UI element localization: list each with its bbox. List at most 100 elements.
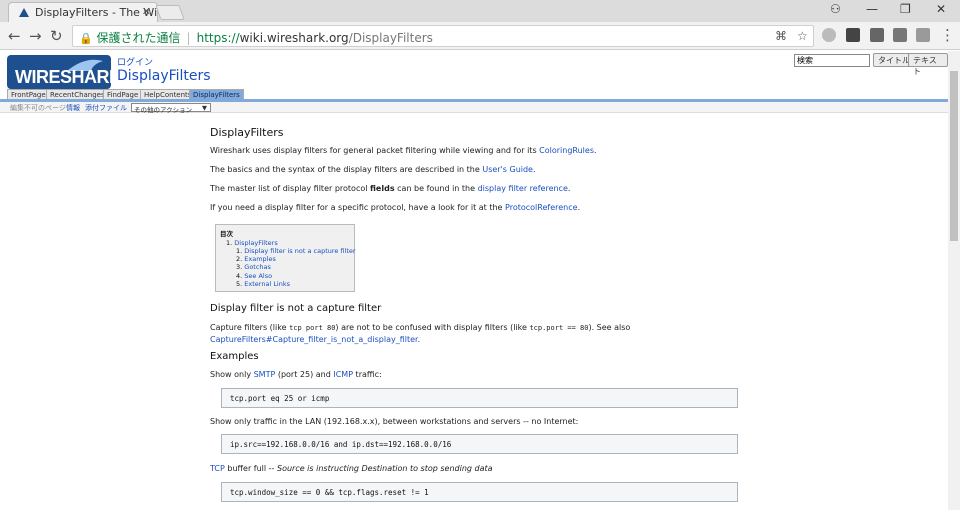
p4-tail: . bbox=[577, 203, 581, 212]
inline-code: tcp port 80 bbox=[289, 324, 336, 332]
capture-text: ) are not to be confused with display fi… bbox=[335, 323, 530, 332]
login-link[interactable]: ログイン bbox=[117, 55, 153, 68]
extension-circle-icon[interactable] bbox=[822, 28, 836, 42]
paragraph-4: If you need a display filter for a speci… bbox=[210, 202, 580, 213]
code-block-1: tcp.port eq 25 or icmp bbox=[221, 388, 738, 408]
toc-label: Display filter is not a capture filter bbox=[244, 247, 356, 255]
camera-extension-icon[interactable] bbox=[893, 28, 907, 42]
p3-tail: . bbox=[567, 184, 571, 193]
wireshark-favicon-icon bbox=[19, 8, 29, 17]
search-input[interactable] bbox=[794, 54, 870, 67]
menu-dots-icon[interactable]: ⋮ bbox=[940, 26, 955, 44]
more-actions-select[interactable]: その他のアクション ▼ bbox=[131, 103, 211, 114]
capture-text: Capture filters (like bbox=[210, 323, 290, 332]
extension-square-icon[interactable] bbox=[870, 28, 884, 42]
web-page: WIRESHARK ログイン DisplayFilters タイトル テキスト … bbox=[0, 51, 948, 510]
uneditable-label: 編集不可のページ bbox=[10, 104, 66, 112]
info-link[interactable]: 情報 bbox=[66, 103, 80, 113]
smtp-link[interactable]: SMTP bbox=[254, 370, 276, 379]
text-search-button[interactable]: テキスト bbox=[908, 53, 948, 76]
page-scrollbar[interactable] bbox=[948, 51, 960, 510]
p4-text: If you need a display filter for a speci… bbox=[210, 203, 506, 212]
p3-mid: can be found in the bbox=[394, 184, 478, 193]
toc-num: 1. bbox=[236, 247, 243, 255]
url-separator: | bbox=[186, 31, 191, 45]
toc-item[interactable]: 1. DisplayFilters bbox=[226, 239, 278, 247]
toc-num: 2. bbox=[236, 255, 243, 263]
toc-item[interactable]: 4. See Also bbox=[236, 272, 272, 280]
p1-text: Wireshark uses display filters for gener… bbox=[210, 146, 540, 155]
p3-bold: fields bbox=[370, 184, 395, 193]
capture-tail: . bbox=[417, 335, 421, 344]
toc-item[interactable]: 1. Display filter is not a capture filte… bbox=[236, 247, 356, 255]
section-heading-examples: Examples bbox=[210, 351, 259, 362]
toc-label: See Also bbox=[244, 272, 273, 280]
maximize-button[interactable]: ❐ bbox=[900, 2, 911, 16]
code-block-2: ip.src==192.168.0.0/16 and ip.dst==192.1… bbox=[221, 434, 738, 454]
coloringrules-link[interactable]: ColoringRules bbox=[539, 146, 594, 155]
dropdown-arrow-icon: ▼ bbox=[202, 104, 207, 112]
g-extension-icon[interactable] bbox=[916, 28, 930, 42]
profile-icon[interactable]: ⚇ bbox=[830, 2, 841, 16]
toc-item[interactable]: 3. Gotchas bbox=[236, 263, 271, 271]
paragraph-2: The basics and the syntax of the display… bbox=[210, 164, 536, 175]
capturefilters-link[interactable]: CaptureFilters#Capture_filter_is_not_a_d… bbox=[210, 335, 418, 344]
back-icon[interactable]: ← bbox=[8, 27, 21, 45]
lock-icon: 🔒 bbox=[79, 32, 93, 45]
ex3-italic: Source is instructing Destination to sto… bbox=[276, 464, 493, 473]
tab-strip: DisplayFilters - The Wiresh ✕ ⚇ — ❐ ✕ bbox=[0, 0, 960, 22]
capture-text: ). See also bbox=[588, 323, 631, 332]
toc-num: 4. bbox=[236, 272, 243, 280]
url-host: wiki.wireshark.org bbox=[239, 31, 349, 45]
tab-title: DisplayFilters - The Wiresh bbox=[35, 6, 158, 19]
p2-tail: . bbox=[532, 165, 536, 174]
scrollbar-thumb[interactable] bbox=[950, 71, 958, 241]
secure-label: 保護された通信 bbox=[96, 31, 181, 45]
ex1-text: traffic: bbox=[353, 370, 382, 379]
tcp-link[interactable]: TCP bbox=[210, 464, 225, 473]
toc-label: External Links bbox=[244, 280, 291, 288]
code-block-3: tcp.window_size == 0 && tcp.flags.reset … bbox=[221, 482, 738, 502]
address-bar[interactable]: 🔒 保護された通信 | https://wiki.wireshark.org/Dis… bbox=[72, 25, 814, 47]
close-window-button[interactable]: ✕ bbox=[936, 2, 946, 16]
tab-close-icon[interactable]: ✕ bbox=[142, 5, 151, 18]
toc-num: 1. bbox=[226, 239, 233, 247]
reload-icon[interactable]: ↻ bbox=[50, 27, 63, 45]
wireshark-logo[interactable]: WIRESHARK bbox=[7, 55, 122, 89]
browser-toolbar: ← → ↻ 🔒 保護された通信 | https://wiki.wireshark.o… bbox=[0, 22, 960, 50]
toc-label: DisplayFilters bbox=[234, 239, 278, 247]
attachments-link[interactable]: 添付ファイル bbox=[85, 103, 127, 113]
table-of-contents: 目次 1. DisplayFilters 1. Display filter i… bbox=[215, 224, 356, 292]
example-2-text: Show only traffic in the LAN (192.168.x.… bbox=[210, 417, 579, 426]
ex1-text: Show only bbox=[210, 370, 254, 379]
ex1-text: (port 25) and bbox=[275, 370, 334, 379]
translate-icon[interactable]: ⌘ bbox=[775, 29, 787, 43]
toc-item[interactable]: 2. Examples bbox=[236, 255, 276, 263]
browser-tab[interactable]: DisplayFilters - The Wiresh ✕ bbox=[8, 2, 158, 22]
minimize-button[interactable]: — bbox=[866, 2, 878, 16]
more-actions-label: その他のアクション bbox=[134, 106, 193, 114]
bookmark-star-icon[interactable]: ☆ bbox=[797, 29, 808, 43]
logo-text: WIRESHARK bbox=[15, 67, 122, 87]
paragraph-3: The master list of display filter protoc… bbox=[210, 183, 570, 194]
protocolreference-link[interactable]: ProtocolReference bbox=[505, 203, 578, 212]
toc-title: 目次 bbox=[220, 230, 233, 238]
inline-code: tcp.port == 80 bbox=[529, 324, 589, 332]
page-title[interactable]: DisplayFilters bbox=[117, 68, 211, 84]
users-guide-link[interactable]: User's Guide bbox=[482, 165, 533, 174]
paragraph-1: Wireshark uses display filters for gener… bbox=[210, 145, 597, 156]
toc-label: Examples bbox=[244, 255, 276, 263]
display-filter-reference-link[interactable]: display filter reference bbox=[478, 184, 568, 193]
toc-item[interactable]: 5. External Links bbox=[236, 280, 290, 288]
p1-tail: . bbox=[594, 146, 597, 155]
ex3-text: buffer full -- bbox=[224, 464, 277, 473]
evernote-extension-icon[interactable] bbox=[846, 28, 860, 42]
p2-text: The basics and the syntax of the display… bbox=[210, 165, 483, 174]
new-tab-button[interactable] bbox=[155, 5, 185, 20]
example-3-text: TCP buffer full -- Source is instructing… bbox=[210, 463, 493, 474]
forward-icon[interactable]: → bbox=[29, 27, 42, 45]
url-path: /DisplayFilters bbox=[348, 31, 433, 45]
toc-num: 5. bbox=[236, 280, 243, 288]
icmp-link[interactable]: ICMP bbox=[333, 370, 353, 379]
toc-num: 3. bbox=[236, 263, 243, 271]
